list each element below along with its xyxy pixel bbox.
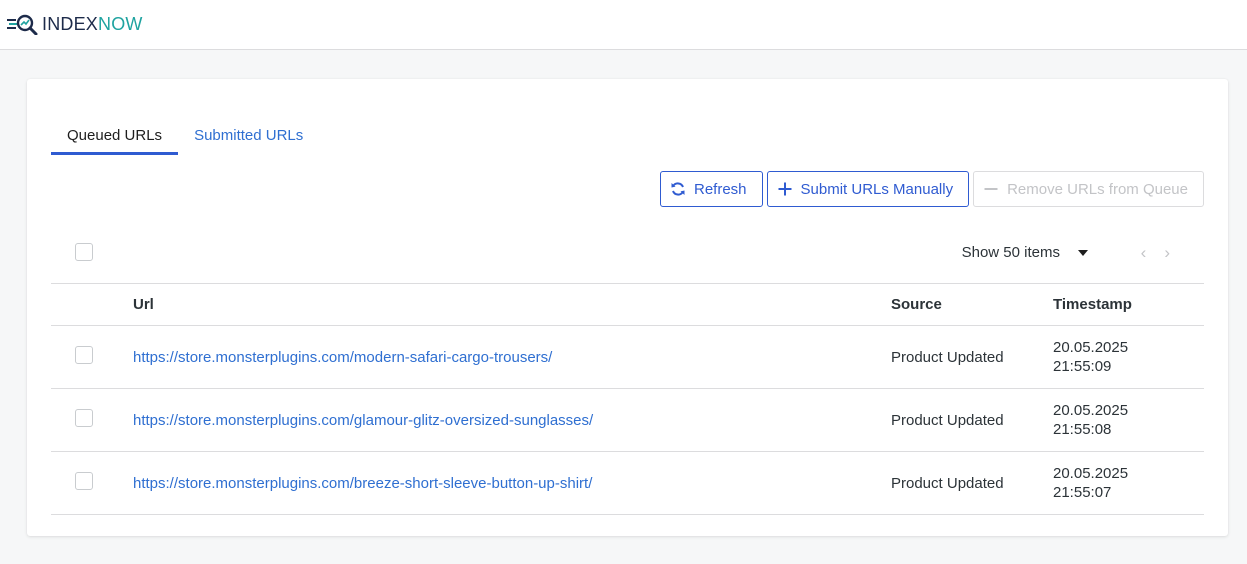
tab-queued-urls[interactable]: Queued URLs — [51, 123, 179, 155]
refresh-button-label: Refresh — [694, 180, 747, 198]
timestamp-time: 21:55:09 — [1053, 358, 1112, 375]
timestamp-date: 20.05.2025 — [1053, 465, 1129, 482]
tab-bar: Queued URLs Submitted URLs — [51, 123, 319, 155]
row-checkbox[interactable] — [75, 346, 93, 364]
header-checkbox-cell — [51, 283, 133, 326]
minus-icon — [982, 180, 1000, 198]
refresh-button[interactable]: Refresh — [660, 171, 763, 207]
select-all-checkbox[interactable] — [75, 243, 93, 261]
timestamp-cell: 20.05.2025 21:55:08 — [1053, 388, 1204, 452]
url-link[interactable]: https://store.monsterplugins.com/breeze-… — [133, 475, 592, 492]
row-checkbox[interactable] — [75, 409, 93, 427]
logo-text: INDEXNOW — [42, 12, 143, 36]
queue-card: Queued URLs Submitted URLs Refresh Submi… — [27, 79, 1228, 536]
timestamp-cell: 20.05.2025 21:55:09 — [1053, 325, 1204, 389]
url-cell: https://store.monsterplugins.com/modern-… — [133, 325, 891, 389]
timestamp-time: 21:55:07 — [1053, 484, 1112, 501]
toolbar: Refresh Submit URLs Manually Remove URLs… — [660, 171, 1204, 207]
row-checkbox[interactable] — [75, 472, 93, 490]
caret-down-icon — [1078, 249, 1088, 256]
url-link[interactable]: https://store.monsterplugins.com/glamour… — [133, 412, 593, 429]
table-row: https://store.monsterplugins.com/modern-… — [51, 325, 1204, 389]
items-per-page-select[interactable]: Show 50 items — [962, 244, 1088, 261]
timestamp-date: 20.05.2025 — [1053, 402, 1129, 419]
source-cell: Product Updated — [891, 388, 1053, 452]
column-header-source[interactable]: Source — [891, 283, 1053, 326]
row-checkbox-cell — [51, 325, 133, 389]
logo-text-index: INDEX — [42, 14, 99, 34]
submit-button-label: Submit URLs Manually — [800, 180, 954, 198]
submit-urls-manually-button[interactable]: Submit URLs Manually — [766, 171, 970, 207]
chevron-right-icon[interactable]: › — [1164, 244, 1170, 261]
magnifier-speed-icon — [7, 13, 39, 35]
list-controls: Show 50 items ‹ › — [51, 237, 1204, 267]
refresh-icon — [669, 180, 687, 198]
plus-icon — [776, 180, 794, 198]
chevron-left-icon[interactable]: ‹ — [1141, 244, 1147, 261]
timestamp-time: 21:55:08 — [1053, 421, 1112, 438]
pagination: ‹ › — [1141, 244, 1170, 261]
timestamp-cell: 20.05.2025 21:55:07 — [1053, 451, 1204, 515]
remove-urls-from-queue-button[interactable]: Remove URLs from Queue — [973, 171, 1204, 207]
url-cell: https://store.monsterplugins.com/breeze-… — [133, 451, 891, 515]
source-text: Product Updated — [891, 474, 1004, 492]
table-row: https://store.monsterplugins.com/glamour… — [51, 388, 1204, 452]
indexnow-logo[interactable]: INDEXNOW — [7, 12, 143, 36]
column-header-timestamp[interactable]: Timestamp — [1053, 283, 1204, 326]
source-text: Product Updated — [891, 411, 1004, 429]
tab-submitted-urls[interactable]: Submitted URLs — [178, 123, 319, 151]
items-per-page-label: Show 50 items — [961, 244, 1060, 261]
row-checkbox-cell — [51, 388, 133, 452]
queued-urls-table: Url Source Timestamp https://store.monst… — [51, 283, 1204, 515]
row-checkbox-cell — [51, 451, 133, 515]
source-text: Product Updated — [891, 348, 1004, 366]
source-cell: Product Updated — [891, 451, 1053, 515]
table-row: https://store.monsterplugins.com/breeze-… — [51, 451, 1204, 515]
timestamp-date: 20.05.2025 — [1053, 339, 1129, 356]
table-header-row: Url Source Timestamp — [51, 283, 1204, 326]
column-header-url[interactable]: Url — [133, 283, 891, 326]
logo-text-now: NOW — [98, 14, 143, 34]
top-bar: INDEXNOW — [0, 0, 1247, 50]
url-link[interactable]: https://store.monsterplugins.com/modern-… — [133, 349, 552, 366]
url-cell: https://store.monsterplugins.com/glamour… — [133, 388, 891, 452]
source-cell: Product Updated — [891, 325, 1053, 389]
remove-button-label: Remove URLs from Queue — [1007, 180, 1188, 198]
